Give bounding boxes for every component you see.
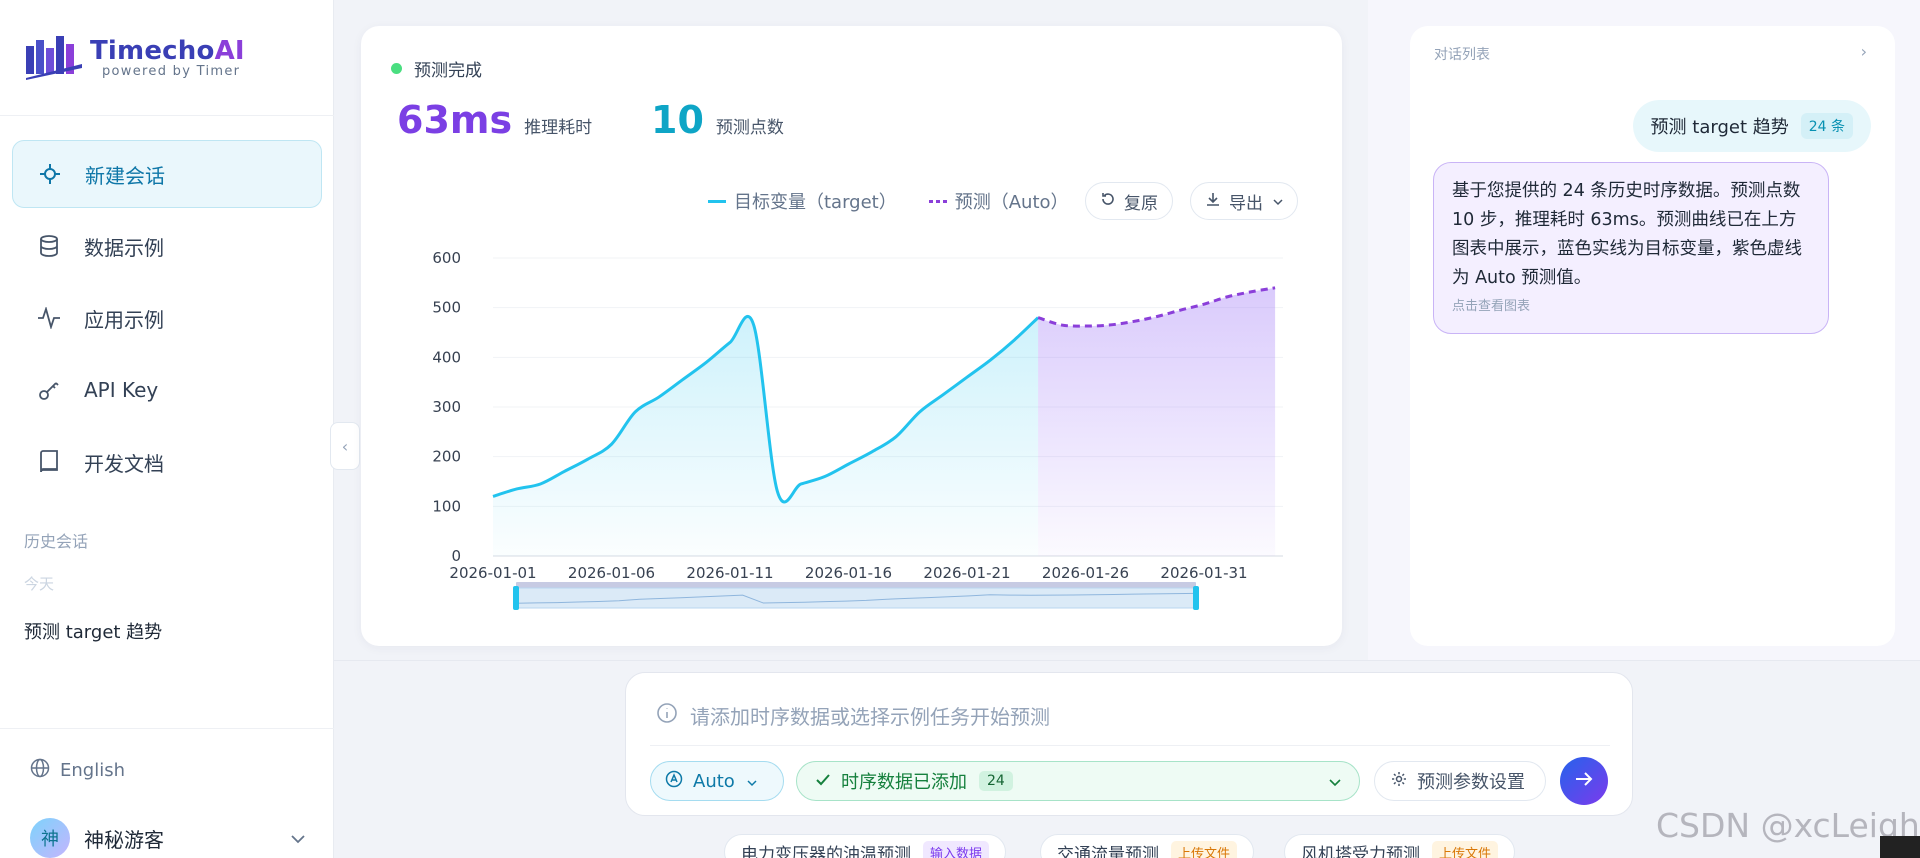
brand-subtitle: powered by Timer — [102, 63, 241, 79]
example-task-wind-turbine[interactable]: 风机塔受力预测 上传文件 — [1284, 834, 1516, 858]
assistant-message-bubble[interactable]: 基于您提供的 24 条历史时序数据。预测点数 10 步，推理耗时 63ms。预测… — [1433, 162, 1829, 334]
y-tick-label: 200 — [432, 448, 461, 466]
user-message-text: 预测 target 趋势 — [1650, 117, 1789, 138]
example-label: 风机塔受力预测 — [1301, 844, 1420, 858]
zoom-track — [516, 582, 1196, 588]
series-area-0 — [493, 316, 1039, 556]
x-tick-label: 2026-01-31 — [1160, 564, 1247, 582]
check-icon — [815, 771, 831, 792]
nav-label: 数据示例 — [84, 235, 164, 260]
example-label: 交通流量预测 — [1057, 844, 1159, 858]
history-group-today: 今天 — [24, 575, 55, 593]
chevron-right-icon[interactable]: › — [1861, 42, 1867, 61]
info-icon — [656, 702, 678, 729]
x-tick-label: 2026-01-01 — [449, 564, 536, 582]
activity-icon — [36, 305, 62, 331]
y-tick-label: 400 — [432, 348, 461, 366]
x-tick-label: 2026-01-21 — [923, 564, 1010, 582]
series-area-1 — [1038, 287, 1276, 556]
assistant-message-text: 基于您提供的 24 条历史时序数据。预测点数 10 步，推理耗时 63ms。预测… — [1452, 181, 1802, 288]
forecast-line-chart[interactable]: 0 100 200 300 400 500 600 2026-01-01 2026-01-06… — [361, 26, 1342, 646]
history-heading: 历史会话 — [24, 532, 89, 551]
user-name: 神秘游客 — [84, 827, 164, 852]
zoom-handle-left — [513, 586, 519, 610]
history-item[interactable]: 预测 target 趋势 — [24, 618, 162, 644]
arrow-right-icon — [1574, 770, 1594, 792]
language-switch[interactable]: English — [30, 758, 125, 783]
nav-label: 应用示例 — [84, 307, 164, 332]
forecast-settings-button[interactable]: 预测参数设置 — [1374, 761, 1546, 801]
user-menu[interactable]: 神 神秘游客 — [30, 818, 306, 858]
divider — [0, 728, 334, 729]
gear-icon — [1391, 771, 1407, 792]
model-label: Auto — [693, 770, 735, 792]
y-tick-label: 100 — [432, 497, 461, 515]
divider — [650, 745, 1610, 746]
nav-label: API Key — [84, 378, 159, 402]
example-task-traffic[interactable]: 交通流量预测 上传文件 — [1040, 834, 1255, 858]
nav-item-app-examples[interactable]: 应用示例 — [12, 284, 322, 352]
brand-logo[interactable]: TimechoAI powered by Timer — [24, 34, 245, 80]
database-icon — [36, 233, 62, 259]
send-button[interactable] — [1560, 757, 1608, 805]
y-tick-label: 500 — [432, 299, 461, 317]
prompt-input[interactable]: 请添加时序数据或选择示例任务开始预测 — [656, 701, 1596, 730]
settings-label: 预测参数设置 — [1417, 772, 1525, 793]
crosshair-icon — [37, 161, 63, 187]
x-tick-label: 2026-01-11 — [686, 564, 773, 582]
chevron-left-icon: ‹ — [341, 436, 349, 456]
sidebar: TimechoAI powered by Timer 新建会话 数据示例 应用示… — [0, 0, 334, 858]
ai-model-icon — [665, 770, 683, 793]
example-tag: 上传文件 — [1432, 840, 1499, 858]
nav-item-data-examples[interactable]: 数据示例 — [12, 212, 322, 280]
model-select[interactable]: Auto — [650, 761, 784, 801]
chevron-down-icon — [747, 771, 757, 792]
prompt-placeholder: 请添加时序数据或选择示例任务开始预测 — [690, 705, 1050, 729]
key-icon — [36, 377, 62, 403]
x-tick-label: 2026-01-06 — [568, 564, 655, 582]
nav-item-docs[interactable]: 开发文档 — [12, 428, 322, 496]
forecast-result-card: 预测完成 63ms 推理耗时 10 预测点数 目标变量（target） 预测（A… — [361, 26, 1342, 646]
chevron-down-icon — [290, 829, 306, 848]
collapse-sidebar-button[interactable]: ‹ — [330, 422, 360, 470]
avatar: 神 — [30, 818, 70, 858]
composer-card: 请添加时序数据或选择示例任务开始预测 Auto 时序数据已添加 24 预测参数设… — [625, 672, 1633, 816]
y-tick-label: 600 — [432, 249, 461, 267]
example-tag: 输入数据 — [923, 840, 990, 858]
row-count-badge: 24 条 — [1800, 113, 1853, 139]
logo-mark-icon — [26, 36, 82, 80]
main-nav: 新建会话 数据示例 应用示例 API Key 开发文档 — [12, 140, 322, 500]
nav-label: 新建会话 — [85, 163, 165, 188]
globe-icon — [30, 758, 50, 783]
nav-item-api-key[interactable]: API Key — [12, 356, 322, 424]
zoom-handle-right — [1193, 586, 1199, 610]
y-tick-label: 300 — [432, 398, 461, 416]
example-tag: 上传文件 — [1171, 840, 1238, 858]
view-chart-hint[interactable]: 点击查看图表 — [1452, 295, 1810, 314]
nav-label: 开发文档 — [84, 451, 164, 476]
example-task-transformer-oil[interactable]: 电力变压器的油温预测 输入数据 — [724, 834, 1007, 858]
zoom-window — [515, 587, 1197, 609]
brand-title: TimechoAI — [90, 35, 245, 66]
y-tick-label: 0 — [451, 547, 461, 565]
x-tick-label: 2026-01-26 — [1042, 564, 1129, 582]
book-icon — [36, 449, 62, 475]
chat-panel-title: 对话列表 — [1434, 47, 1490, 63]
nav-item-new-chat[interactable]: 新建会话 — [12, 140, 322, 208]
language-label: English — [60, 760, 125, 781]
chat-panel: 对话列表 › 预测 target 趋势 24 条 基于您提供的 24 条历史时序… — [1410, 26, 1895, 646]
user-message-bubble: 预测 target 趋势 24 条 — [1632, 100, 1871, 152]
chevron-down-icon — [1329, 771, 1341, 792]
data-status-label: 时序数据已添加 — [841, 772, 967, 793]
divider — [0, 115, 334, 116]
x-tick-label: 2026-01-16 — [805, 564, 892, 582]
data-count-badge: 24 — [979, 771, 1013, 791]
corner-block — [1880, 836, 1920, 858]
example-label: 电力变压器的油温预测 — [741, 844, 911, 858]
data-status-select[interactable]: 时序数据已添加 24 — [796, 761, 1360, 801]
